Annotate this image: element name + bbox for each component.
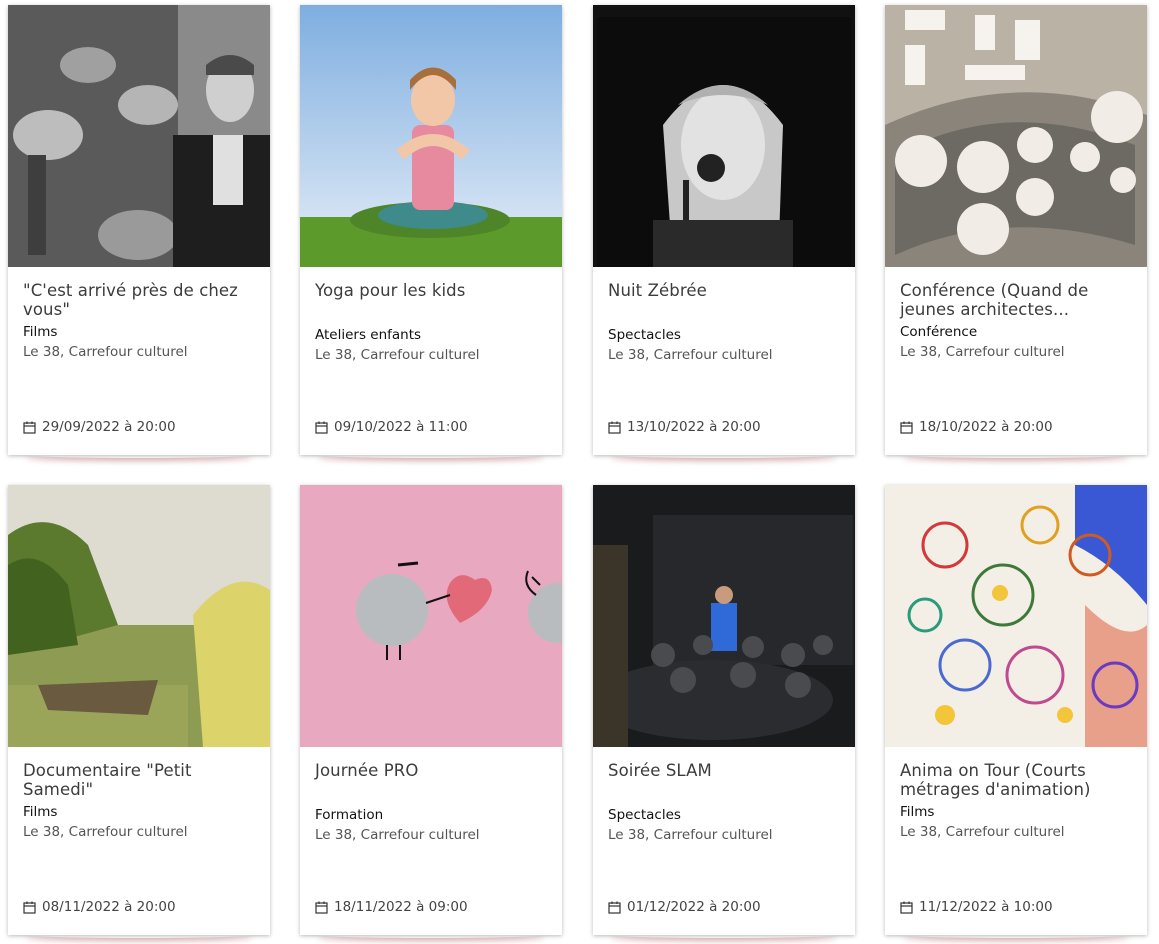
event-title[interactable]: Conférence (Quand de jeunes architectes.… [900, 281, 1132, 319]
event-card[interactable]: "C'est arrivé près de chez vous" Films L… [8, 5, 270, 455]
event-date-text: 01/12/2022 à 20:00 [627, 899, 761, 915]
event-card[interactable]: Nuit Zébrée Spectacles Le 38, Carrefour … [593, 5, 855, 455]
event-card[interactable]: Journée PRO Formation Le 38, Carrefour c… [300, 485, 562, 935]
event-date-text: 13/10/2022 à 20:00 [627, 419, 761, 435]
event-date: 11/12/2022 à 10:00 [900, 899, 1053, 915]
event-category: Films [23, 324, 58, 340]
event-title[interactable]: "C'est arrivé près de chez vous" [23, 281, 255, 319]
event-date: 09/10/2022 à 11:00 [315, 419, 468, 435]
event-venue: Le 38, Carrefour culturel [900, 824, 1065, 840]
event-title[interactable]: Documentaire "Petit Samedi" [23, 761, 255, 799]
calendar-icon [23, 901, 36, 914]
event-image[interactable] [885, 5, 1147, 267]
event-date-text: 11/12/2022 à 10:00 [919, 899, 1053, 915]
event-date: 08/11/2022 à 20:00 [23, 899, 176, 915]
event-image[interactable] [300, 5, 562, 267]
calendar-icon [900, 421, 913, 434]
event-title[interactable]: Soirée SLAM [608, 761, 840, 780]
event-image[interactable] [593, 485, 855, 747]
event-date-text: 18/11/2022 à 09:00 [334, 899, 468, 915]
event-title[interactable]: Journée PRO [315, 761, 547, 780]
event-card[interactable]: Soirée SLAM Spectacles Le 38, Carrefour … [593, 485, 855, 935]
event-venue: Le 38, Carrefour culturel [900, 344, 1065, 360]
event-venue: Le 38, Carrefour culturel [23, 344, 188, 360]
event-category: Formation [315, 807, 384, 823]
event-venue: Le 38, Carrefour culturel [608, 827, 773, 843]
event-card[interactable]: Yoga pour les kids Ateliers enfants Le 3… [300, 5, 562, 455]
calendar-icon [608, 421, 621, 434]
event-category: Conférence [900, 324, 978, 340]
calendar-icon [315, 421, 328, 434]
event-category: Spectacles [608, 327, 681, 343]
event-date: 18/11/2022 à 09:00 [315, 899, 468, 915]
event-image[interactable] [8, 485, 270, 747]
event-date: 13/10/2022 à 20:00 [608, 419, 761, 435]
calendar-icon [900, 901, 913, 914]
event-category: Spectacles [608, 807, 681, 823]
event-date-text: 29/09/2022 à 20:00 [42, 419, 176, 435]
event-title[interactable]: Nuit Zébrée [608, 281, 840, 300]
event-card[interactable]: Documentaire "Petit Samedi" Films Le 38,… [8, 485, 270, 935]
event-image[interactable] [593, 5, 855, 267]
event-image[interactable] [885, 485, 1147, 747]
event-category: Ateliers enfants [315, 327, 422, 343]
event-category: Films [900, 804, 935, 820]
event-date-text: 08/11/2022 à 20:00 [42, 899, 176, 915]
event-category: Films [23, 804, 58, 820]
calendar-icon [315, 901, 328, 914]
event-title[interactable]: Anima on Tour (Courts métrages d'animati… [900, 761, 1132, 799]
event-venue: Le 38, Carrefour culturel [315, 827, 480, 843]
event-date: 01/12/2022 à 20:00 [608, 899, 761, 915]
event-image[interactable] [8, 5, 270, 267]
event-venue: Le 38, Carrefour culturel [608, 347, 773, 363]
calendar-icon [608, 901, 621, 914]
calendar-icon [23, 421, 36, 434]
event-date-text: 09/10/2022 à 11:00 [334, 419, 468, 435]
event-venue: Le 38, Carrefour culturel [315, 347, 480, 363]
event-venue: Le 38, Carrefour culturel [23, 824, 188, 840]
event-date-text: 18/10/2022 à 20:00 [919, 419, 1053, 435]
event-date: 29/09/2022 à 20:00 [23, 419, 176, 435]
event-card[interactable]: Anima on Tour (Courts métrages d'animati… [885, 485, 1147, 935]
event-title[interactable]: Yoga pour les kids [315, 281, 547, 300]
event-date: 18/10/2022 à 20:00 [900, 419, 1053, 435]
event-image[interactable] [300, 485, 562, 747]
event-card[interactable]: Conférence (Quand de jeunes architectes.… [885, 5, 1147, 455]
